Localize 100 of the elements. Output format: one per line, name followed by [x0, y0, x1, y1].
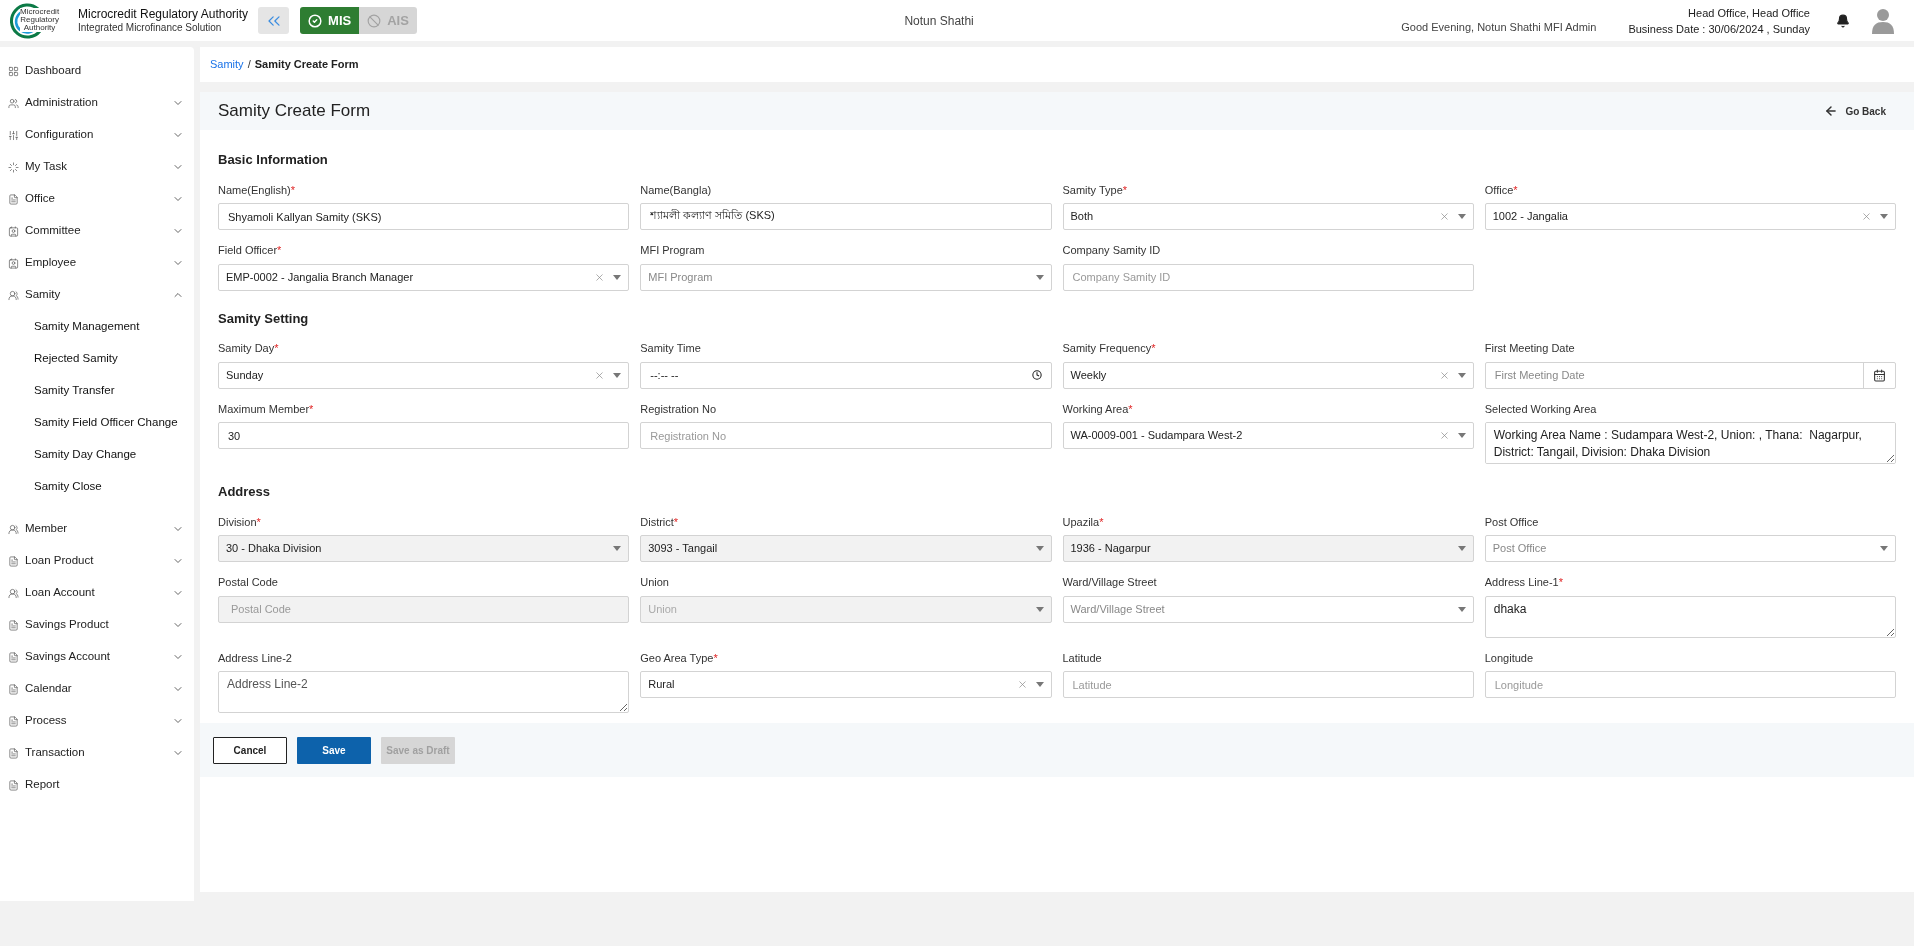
- select-field[interactable]: 1002 - Jangalia: [1484, 203, 1896, 230]
- office-name: Head Office, Head Office: [1688, 5, 1810, 21]
- menu-item-icon: [8, 129, 19, 141]
- select-field[interactable]: Both: [1062, 203, 1474, 230]
- submenu-item[interactable]: Samity Transfer: [0, 375, 194, 407]
- sidebar-item[interactable]: Configuration: [0, 119, 194, 151]
- dropdown-caret-icon: [1035, 274, 1044, 280]
- collapse-sidebar-button[interactable]: [258, 7, 290, 34]
- submenu-item[interactable]: Samity Field Officer Change: [0, 407, 194, 439]
- text-input[interactable]: Registration No: [640, 422, 1052, 449]
- clear-icon[interactable]: [1861, 211, 1872, 222]
- field-label: Samity Type*: [1062, 182, 1129, 198]
- field-label: District*: [640, 514, 680, 530]
- logo-text: Authority: [23, 23, 56, 32]
- menu-item-icon: [8, 161, 19, 173]
- select-field[interactable]: Rural: [640, 671, 1052, 698]
- clear-icon[interactable]: [1438, 211, 1450, 222]
- required-mark: *: [277, 244, 282, 256]
- text-area[interactable]: Working Area Name : Sudampara West-2, Union: , Thana: Nagarpur, District: Tangail, Division: Dhaka Division: [1484, 422, 1896, 464]
- menu-item-icon: [8, 683, 19, 695]
- sidebar-item[interactable]: Administration: [0, 87, 194, 119]
- required-mark: *: [1151, 342, 1156, 354]
- required-mark: *: [713, 651, 718, 664]
- field-label: Post Office: [1484, 514, 1540, 530]
- clear-icon[interactable]: [594, 271, 606, 283]
- notification-icon[interactable]: [1836, 13, 1850, 28]
- field-label: Samity Day*: [218, 341, 280, 356]
- sidebar-item[interactable]: Loan Account: [0, 577, 194, 609]
- sidebar-item[interactable]: Office: [0, 183, 194, 215]
- text-input[interactable]: শ্যামলী কল্যাণ সমিতি (SKS): [640, 203, 1052, 230]
- field-label: Field Officer*: [218, 243, 283, 258]
- sidebar-item[interactable]: My Task: [0, 151, 194, 183]
- sidebar-item[interactable]: Calendar: [0, 673, 194, 705]
- submenu-item[interactable]: Rejected Samity: [0, 343, 194, 375]
- menu-item-icon: [8, 747, 19, 759]
- section-heading: Address: [218, 483, 272, 501]
- dropdown-caret-icon: [1457, 433, 1466, 438]
- text-input[interactable]: Shyamoli Kallyan Samity (SKS): [218, 203, 630, 230]
- field-label: Geo Area Type*: [640, 650, 719, 666]
- text-input[interactable]: 30: [218, 422, 630, 449]
- required-mark: *: [1513, 183, 1518, 196]
- text-input[interactable]: Longitude: [1484, 671, 1896, 698]
- clear-icon[interactable]: [1016, 679, 1028, 690]
- clock-icon[interactable]: [1031, 370, 1042, 380]
- menu-item-icon: [8, 587, 19, 599]
- dropdown-caret-icon: [1457, 606, 1466, 612]
- submenu-item[interactable]: Samity Day Change: [0, 439, 194, 471]
- field-label: Address Line-1*: [1484, 575, 1565, 590]
- field-label: Selected Working Area: [1484, 401, 1598, 417]
- field-label: Samity Frequency*: [1062, 341, 1157, 356]
- sidebar-item[interactable]: Process: [0, 705, 194, 737]
- form-button[interactable]: Cancel: [213, 736, 287, 764]
- form-button[interactable]: Save: [297, 736, 371, 764]
- field-label: Maximum Member*: [218, 401, 315, 417]
- breadcrumb-link[interactable]: Samity: [210, 56, 244, 73]
- dropdown-caret-icon: [1880, 546, 1888, 551]
- select-field[interactable]: Sunday: [218, 361, 630, 389]
- form-title: Samity Create Form: [218, 100, 372, 123]
- required-mark: *: [256, 515, 261, 528]
- clear-icon[interactable]: [1438, 430, 1450, 441]
- select-field[interactable]: Post Office: [1484, 535, 1896, 562]
- field-label: Company Samity ID: [1062, 243, 1162, 258]
- business-date: Business Date : 30/06/2024 , Sunday: [1628, 21, 1810, 37]
- required-mark: *: [1128, 402, 1133, 415]
- sidebar-item[interactable]: Employee: [0, 247, 194, 279]
- menu-item-icon: [8, 619, 19, 631]
- time-input[interactable]: --:-- --: [640, 361, 1052, 389]
- sidebar-item[interactable]: Savings Product: [0, 609, 194, 641]
- sidebar-item[interactable]: Loan Product: [0, 545, 194, 577]
- sidebar-item[interactable]: Committee: [0, 215, 194, 247]
- select-field[interactable]: Weekly: [1062, 361, 1474, 389]
- text-area[interactable]: Address Line-2: [218, 671, 630, 713]
- sidebar-item[interactable]: Member: [0, 513, 194, 545]
- go-back-button[interactable]: Go Back: [1824, 103, 1886, 119]
- clear-icon[interactable]: [594, 369, 606, 381]
- sidebar-item[interactable]: Samity: [0, 279, 194, 311]
- select-field[interactable]: Ward/Village Street: [1062, 595, 1474, 623]
- field-label: Registration No: [640, 401, 718, 417]
- text-area[interactable]: dhaka: [1484, 595, 1896, 638]
- dropdown-caret-icon: [1457, 546, 1466, 551]
- user-avatar-icon[interactable]: [1872, 7, 1894, 34]
- company-name: Notun Shathi: [904, 12, 974, 30]
- submenu-item[interactable]: Samity Management: [0, 311, 194, 343]
- sidebar-item[interactable]: Report: [0, 769, 194, 801]
- dropdown-caret-icon: [1457, 372, 1466, 378]
- sidebar-item[interactable]: Dashboard: [0, 55, 194, 87]
- select-field[interactable]: MFI Program: [640, 263, 1052, 291]
- sidebar-item[interactable]: Transaction: [0, 737, 194, 769]
- submenu-item[interactable]: Samity Close: [0, 471, 194, 503]
- clear-icon[interactable]: [1438, 369, 1450, 381]
- mode-toggle[interactable]: MIS: [300, 7, 360, 34]
- sidebar-item[interactable]: Savings Account: [0, 641, 194, 673]
- text-input[interactable]: Company Samity ID: [1062, 263, 1474, 291]
- date-input[interactable]: First Meeting Date: [1484, 361, 1896, 389]
- field-label: Working Area*: [1062, 401, 1134, 417]
- org-subtitle: Integrated Microfinance Solution: [78, 21, 223, 35]
- select-field[interactable]: EMP-0002 - Jangalia Branch Manager: [218, 263, 630, 291]
- text-input[interactable]: Latitude: [1062, 671, 1474, 698]
- select-field[interactable]: WA-0009-001 - Sudampara West-2: [1062, 422, 1474, 449]
- required-mark: *: [1122, 183, 1128, 196]
